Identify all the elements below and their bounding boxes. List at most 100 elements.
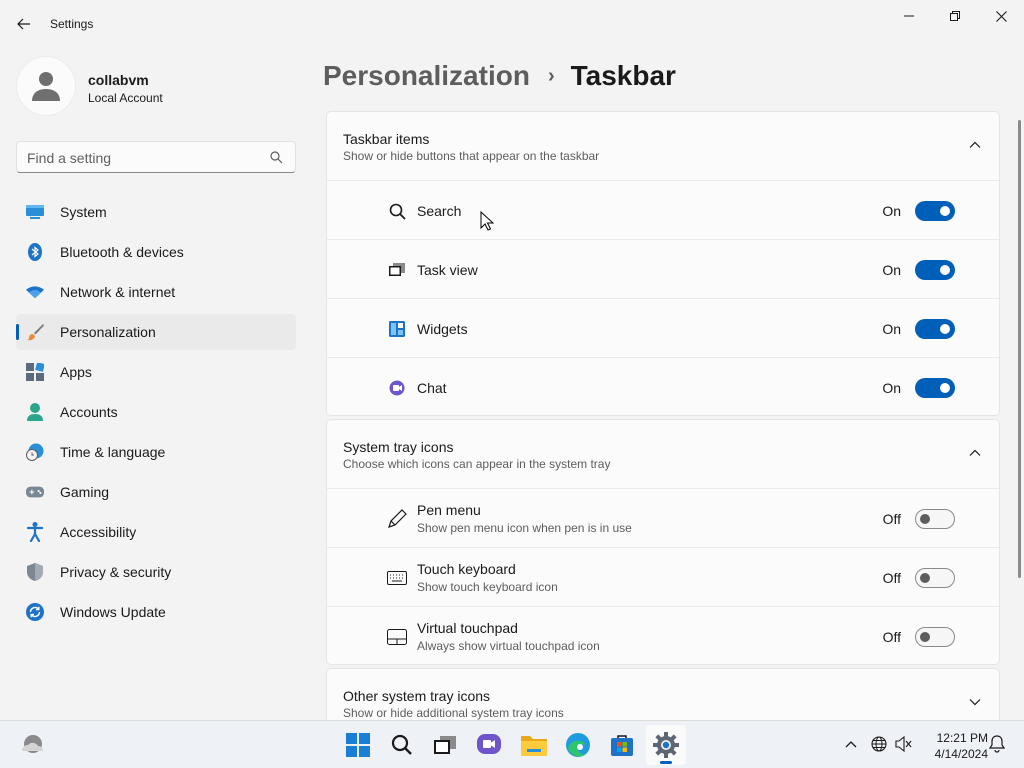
touchpad-icon <box>387 627 407 647</box>
app-title: Settings <box>50 17 94 31</box>
weather-widget-button[interactable] <box>14 725 50 765</box>
settings-search[interactable] <box>16 141 296 173</box>
windows-icon <box>346 733 370 757</box>
section-title: System tray icons <box>343 439 454 455</box>
section-header[interactable]: Taskbar items Show or hide buttons that … <box>327 112 999 180</box>
taskbar-items-section: Taskbar items Show or hide buttons that … <box>326 111 1000 416</box>
gear-icon <box>653 732 679 758</box>
taskbar-search-button[interactable] <box>382 725 422 765</box>
virtual-touchpad-toggle[interactable] <box>915 627 955 647</box>
sidebar-item-label: Accessibility <box>60 524 137 540</box>
sidebar-item-apps[interactable]: Apps <box>16 354 296 390</box>
sidebar-item-windows-update[interactable]: Windows Update <box>16 594 296 630</box>
task-view-toggle[interactable] <box>915 260 955 280</box>
globe-icon <box>871 736 887 752</box>
pen-menu-toggle[interactable] <box>915 509 955 529</box>
gamepad-icon <box>26 483 44 501</box>
toggle-state: Off <box>882 511 901 527</box>
sidebar-item-label: Gaming <box>60 484 110 500</box>
update-icon <box>26 603 44 621</box>
keyboard-icon <box>387 568 407 588</box>
breadcrumb-parent[interactable]: Personalization <box>323 60 530 92</box>
search-icon <box>270 151 283 164</box>
system-clock[interactable]: 12:21 PM 4/14/2024 <box>920 730 988 762</box>
shield-icon <box>26 563 44 581</box>
clock-globe-icon <box>26 443 44 461</box>
system-tray-section: System tray icons Choose which icons can… <box>326 419 1000 665</box>
back-button[interactable] <box>8 8 40 40</box>
close-icon <box>995 10 1007 22</box>
section-subtitle: Show or hide additional system tray icon… <box>343 706 564 720</box>
chevron-up-icon <box>969 141 981 148</box>
file-explorer-button[interactable] <box>514 725 554 765</box>
sidebar-item-label: Accounts <box>60 404 118 420</box>
breadcrumb: Personalization › Taskbar <box>323 58 676 94</box>
user-name: collabvm <box>88 72 149 88</box>
setting-label: Search <box>417 203 462 219</box>
other-tray-section[interactable]: Other system tray icons Show or hide add… <box>326 668 1000 728</box>
start-button[interactable] <box>338 725 378 765</box>
sidebar-item-privacy[interactable]: Privacy & security <box>16 554 296 590</box>
setting-row-task-view: Task view On <box>327 239 999 298</box>
notification-bell-icon <box>989 735 1005 753</box>
sidebar-item-time-language[interactable]: Time & language <box>16 434 296 470</box>
sidebar-item-gaming[interactable]: Gaming <box>16 474 296 510</box>
sidebar-item-system[interactable]: System <box>16 194 296 230</box>
minimize-button[interactable] <box>886 0 932 32</box>
setting-row-touch-keyboard: Touch keyboard Show touch keyboard icon … <box>327 547 999 606</box>
section-title: Taskbar items <box>343 131 430 147</box>
search-icon <box>387 201 407 221</box>
search-toggle[interactable] <box>915 201 955 221</box>
account-type: Local Account <box>88 91 163 105</box>
pen-icon <box>387 509 407 529</box>
brush-icon <box>26 323 44 341</box>
chat-icon <box>477 734 501 754</box>
toggle-state: Off <box>882 629 901 645</box>
store-button[interactable] <box>602 725 642 765</box>
page-title: Taskbar <box>570 60 676 91</box>
task-view-icon <box>434 736 456 754</box>
widgets-toggle[interactable] <box>915 319 955 339</box>
user-profile[interactable]: collabvm Local Account <box>16 56 296 118</box>
toggle-state: On <box>882 203 901 219</box>
task-view-button[interactable] <box>425 725 465 765</box>
setting-label: Virtual touchpad <box>417 620 518 636</box>
sidebar-item-accessibility[interactable]: Accessibility <box>16 514 296 550</box>
scrollbar[interactable] <box>1018 120 1021 578</box>
volume-tray-button[interactable] <box>893 733 915 755</box>
network-tray-button[interactable] <box>868 733 890 755</box>
sidebar-item-personalization[interactable]: Personalization <box>16 314 296 350</box>
search-input[interactable] <box>27 148 257 168</box>
edge-icon <box>566 733 590 757</box>
chat-button[interactable] <box>469 725 509 765</box>
clock-date: 4/14/2024 <box>934 747 988 761</box>
apps-icon <box>26 363 44 381</box>
system-icon <box>26 203 44 221</box>
widgets-icon <box>387 319 407 339</box>
section-header[interactable]: System tray icons Choose which icons can… <box>327 420 999 488</box>
edge-button[interactable] <box>558 725 598 765</box>
chevron-up-icon <box>969 449 981 456</box>
title-bar: Settings <box>0 0 1024 48</box>
folder-icon <box>521 736 547 756</box>
settings-taskbar-button[interactable] <box>646 725 686 765</box>
sidebar-item-accounts[interactable]: Accounts <box>16 394 296 430</box>
back-arrow-icon <box>17 18 30 30</box>
clock-time: 12:21 PM <box>936 731 988 745</box>
setting-row-virtual-touchpad: Virtual touchpad Always show virtual tou… <box>327 606 999 664</box>
notifications-button[interactable] <box>986 733 1008 755</box>
setting-row-widgets: Widgets On <box>327 298 999 357</box>
show-hidden-icons-button[interactable] <box>840 733 862 755</box>
touch-keyboard-toggle[interactable] <box>915 568 955 588</box>
accounts-icon <box>26 403 44 421</box>
sidebar-item-bluetooth[interactable]: Bluetooth & devices <box>16 234 296 270</box>
close-button[interactable] <box>978 0 1024 32</box>
restore-icon <box>950 11 960 21</box>
sidebar-item-network[interactable]: Network & internet <box>16 274 296 310</box>
restore-button[interactable] <box>932 0 978 32</box>
setting-label: Pen menu <box>417 502 481 518</box>
chat-toggle[interactable] <box>915 378 955 398</box>
section-title: Other system tray icons <box>343 688 491 704</box>
toggle-state: On <box>882 380 901 396</box>
mouse-cursor-icon <box>480 211 494 231</box>
